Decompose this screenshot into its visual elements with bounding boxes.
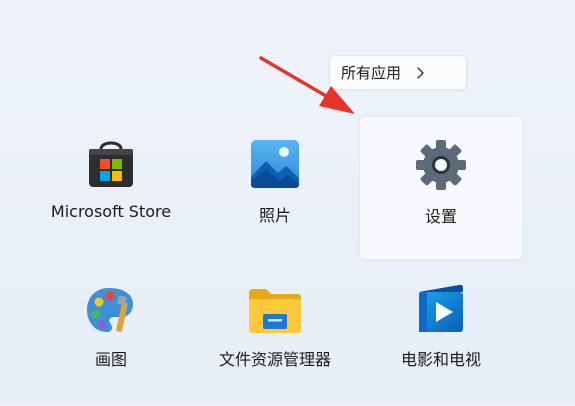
app-label: Microsoft Store [50,202,172,221]
app-label: 照片 [258,206,291,225]
chevron-right-icon [413,66,427,80]
app-label: 电影和电视 [400,350,481,369]
file-explorer-folder-icon [245,280,305,340]
app-label: 画图 [94,350,127,369]
paint-palette-icon [81,280,141,340]
app-tile-settings[interactable]: 设置 [359,116,523,260]
app-tile-file-explorer[interactable]: 文件资源管理器 [193,262,357,406]
start-menu-pinned-area: 所有应用 Microsoft Store 照片 设置 画图 文件资源管理器 电影… [0,0,575,404]
app-tile-microsoft-store[interactable]: Microsoft Store [29,116,193,260]
app-label: 设置 [424,207,457,226]
red-arrow-icon [259,56,355,114]
app-tile-paint[interactable]: 画图 [29,262,193,406]
app-tile-movies-tv[interactable]: 电影和电视 [359,262,523,406]
app-tile-photos[interactable]: 照片 [193,116,357,260]
settings-gear-icon [411,135,471,195]
microsoft-store-icon [81,134,141,194]
movies-tv-play-icon [411,280,471,340]
app-label: 文件资源管理器 [218,350,331,369]
photos-icon [245,134,305,194]
